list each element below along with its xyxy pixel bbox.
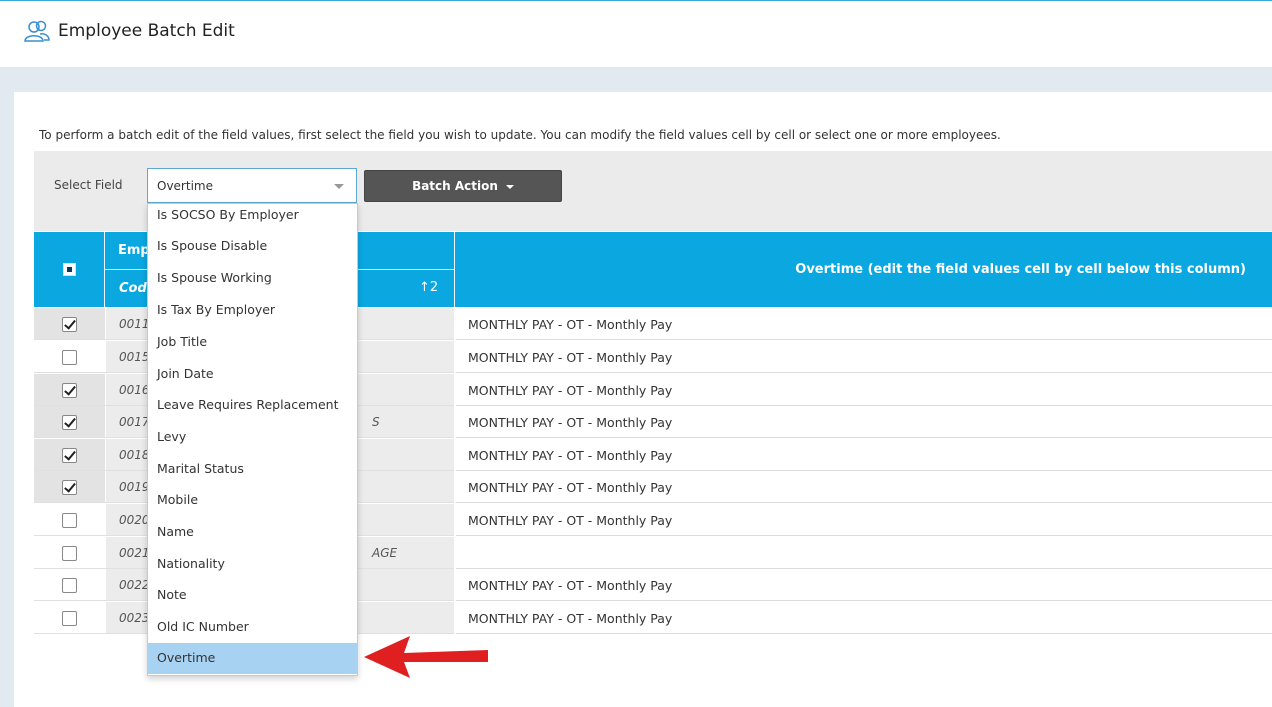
field-option[interactable]: Name — [148, 521, 357, 552]
overtime-value: MONTHLY PAY - OT - Monthly Pay — [468, 415, 673, 430]
employee-code: 0022 — [119, 578, 150, 592]
row-check-cell — [34, 406, 105, 437]
employee-code: 0015 — [119, 350, 150, 364]
overtime-cell[interactable]: MONTHLY PAY - OT - Monthly Pay — [456, 471, 1272, 503]
row-check-cell — [34, 439, 105, 470]
overtime-column-header: Overtime (edit the field values cell by … — [795, 262, 1246, 277]
overtime-cell[interactable]: MONTHLY PAY - OT - Monthly Pay — [456, 504, 1272, 536]
employee-code: 0018 — [119, 448, 150, 462]
row-checkbox[interactable] — [62, 448, 77, 463]
batch-action-label: Batch Action — [412, 179, 498, 193]
employee-name: S — [372, 415, 380, 429]
row-checkbox[interactable] — [62, 480, 77, 495]
header-divider — [454, 232, 455, 307]
instructions-text: To perform a batch edit of the field val… — [39, 128, 1001, 142]
field-option[interactable]: Note — [148, 584, 357, 615]
employee-code: 0020 — [119, 513, 150, 527]
field-option[interactable]: Job Title — [148, 331, 357, 362]
row-check-cell — [34, 504, 105, 535]
employee-code: 0017 — [119, 415, 150, 429]
overtime-cell[interactable]: MONTHLY PAY - OT - Monthly Pay — [456, 569, 1272, 601]
overtime-cell[interactable]: MONTHLY PAY - OT - Monthly Pay — [456, 341, 1272, 373]
employee-code: 0016 — [119, 383, 150, 397]
row-check-cell — [34, 341, 105, 372]
row-check-cell — [34, 308, 105, 339]
overtime-value: MONTHLY PAY - OT - Monthly Pay — [468, 578, 673, 593]
row-checkbox[interactable] — [62, 513, 77, 528]
employee-code: 0019 — [119, 480, 150, 494]
chevron-down-icon — [334, 184, 344, 189]
employee-group-header: Emp — [118, 243, 150, 258]
annotation-arrow — [364, 636, 488, 678]
users-icon — [24, 20, 50, 42]
row-checkbox[interactable] — [62, 317, 77, 332]
overtime-cell[interactable]: MONTHLY PAY - OT - Monthly Pay — [456, 308, 1272, 340]
row-checkbox[interactable] — [62, 350, 77, 365]
batch-action-button[interactable]: Batch Action — [364, 170, 562, 202]
field-option[interactable]: Leave Requires Replacement — [148, 394, 357, 425]
overtime-cell[interactable]: MONTHLY PAY - OT - Monthly Pay — [456, 439, 1272, 471]
overtime-cell[interactable] — [456, 537, 1272, 569]
caret-down-icon — [505, 184, 514, 189]
row-checkbox[interactable] — [62, 578, 77, 593]
employee-code: 0021 — [119, 546, 150, 560]
select-all-checkbox[interactable] — [63, 263, 76, 276]
row-check-cell — [34, 602, 105, 633]
row-checkbox[interactable] — [62, 415, 77, 430]
overtime-value: MONTHLY PAY - OT - Monthly Pay — [468, 513, 673, 528]
overtime-cell[interactable]: MONTHLY PAY - OT - Monthly Pay — [456, 374, 1272, 406]
page-title: Employee Batch Edit — [58, 21, 235, 41]
field-option[interactable]: Nationality — [148, 553, 357, 584]
field-option[interactable]: Join Date — [148, 363, 357, 394]
field-option[interactable]: Is SOCSO By Employer — [148, 204, 357, 235]
overtime-value: MONTHLY PAY - OT - Monthly Pay — [468, 480, 673, 495]
select-field-label: Select Field — [54, 178, 123, 192]
page-header: Employee Batch Edit — [0, 0, 1272, 67]
arrow-shape — [364, 636, 488, 678]
overtime-value: MONTHLY PAY - OT - Monthly Pay — [468, 448, 673, 463]
overtime-value: MONTHLY PAY - OT - Monthly Pay — [468, 611, 673, 626]
field-option[interactable]: Is Tax By Employer — [148, 299, 357, 330]
field-option[interactable]: Is Spouse Working — [148, 267, 357, 298]
overtime-cell[interactable]: MONTHLY PAY - OT - Monthly Pay — [456, 602, 1272, 634]
overtime-value: MONTHLY PAY - OT - Monthly Pay — [468, 317, 673, 332]
row-check-cell — [34, 569, 105, 600]
selected-field-value: Overtime — [157, 179, 213, 193]
overtime-value: MONTHLY PAY - OT - Monthly Pay — [468, 383, 673, 398]
select-field-dropdown[interactable]: Overtime — [147, 168, 357, 203]
employee-code: 0011 — [119, 317, 150, 331]
field-options-list: Is SOCSO By Employer Is Spouse Disable Is … — [147, 203, 358, 676]
overtime-value: MONTHLY PAY - OT - Monthly Pay — [468, 350, 673, 365]
sort-icon[interactable]: ↑2 — [419, 280, 438, 295]
row-checkbox[interactable] — [62, 383, 77, 398]
row-check-cell — [34, 537, 105, 568]
row-checkbox[interactable] — [62, 611, 77, 626]
field-option[interactable]: Is Spouse Disable — [148, 235, 357, 266]
overtime-cell[interactable]: MONTHLY PAY - OT - Monthly Pay — [456, 406, 1272, 438]
field-option[interactable]: Levy — [148, 426, 357, 457]
row-checkbox[interactable] — [62, 546, 77, 561]
field-option[interactable]: Overtime — [148, 643, 357, 674]
employee-name: AGE — [372, 546, 398, 560]
field-option[interactable]: Mobile — [148, 489, 357, 520]
field-option[interactable]: Marital Status — [148, 458, 357, 489]
row-check-cell — [34, 374, 105, 405]
row-check-cell — [34, 471, 105, 502]
employee-code: 0023 — [119, 611, 150, 625]
